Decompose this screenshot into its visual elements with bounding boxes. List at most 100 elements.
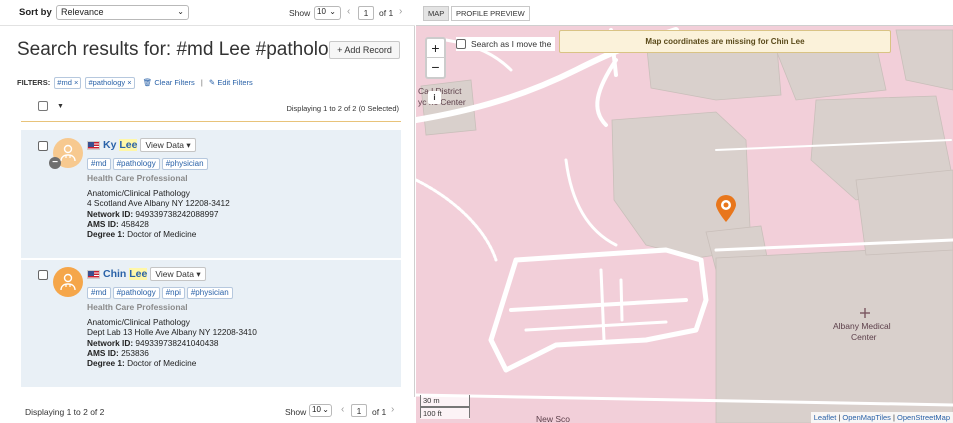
select-menu-caret-icon[interactable]: ▼	[57, 103, 64, 110]
results-panel: Sort by Relevance ⌄ Show 10 ⌄ ‹ 1 of 1 ›…	[0, 0, 415, 423]
last-name: Lee	[129, 268, 148, 280]
add-record-button[interactable]: + Add Record	[329, 41, 400, 59]
filters-separator: |	[200, 78, 203, 87]
sort-select[interactable]: Relevance ⌄	[56, 5, 189, 20]
network-id-row: Network ID: 949339738241040438	[87, 338, 257, 348]
edit-filters-label: Edit Filters	[217, 78, 253, 87]
show-label: Show	[289, 8, 311, 18]
per-page-select[interactable]: 10 ⌄	[314, 6, 341, 20]
view-data-button[interactable]: View Data ▾	[150, 267, 206, 281]
tag[interactable]: #md	[87, 158, 111, 170]
map-label-albany-2: Center	[851, 332, 877, 342]
network-id-row: Network ID: 949339738242088997	[87, 209, 230, 219]
zoom-in-button[interactable]: +	[427, 39, 444, 58]
page-input[interactable]: 1	[358, 6, 374, 20]
result-name-row: Chin Lee View Data ▾	[87, 267, 206, 281]
tag[interactable]: #physician	[161, 158, 208, 170]
degree: Doctor of Medicine	[127, 229, 197, 240]
doctor-icon	[60, 273, 76, 291]
scale-feet: 100 ft	[420, 407, 470, 418]
degree-label: Degree 1:	[87, 229, 125, 240]
view-data-label: View Data	[155, 269, 194, 279]
sort-label: Sort by	[19, 7, 52, 18]
us-flag-icon	[87, 269, 100, 279]
result-checkbox[interactable]	[38, 141, 48, 151]
network-id: 949339738241040438	[135, 337, 219, 348]
tag[interactable]: #md	[87, 287, 111, 299]
result-name-row: Ky Lee View Data ▾	[87, 138, 196, 152]
page-of: of 1	[379, 8, 394, 18]
zoom-control: + −	[425, 37, 446, 79]
page-input[interactable]: 1	[351, 404, 367, 417]
map-tabs: MAP PROFILE PREVIEW	[416, 0, 953, 26]
last-name: Lee	[119, 139, 138, 151]
map-panel[interactable]: MAP PROFILE PREVIEW Ca District yc ric C…	[416, 0, 953, 423]
role-label: Health Care Professional	[87, 302, 188, 312]
filter-chip-pathology[interactable]: #pathology ×	[85, 77, 135, 89]
prev-page-icon[interactable]: ‹	[347, 6, 350, 17]
filters-label: FILTERS:	[17, 78, 51, 87]
search-as-move-label: Search as I move the	[471, 39, 552, 49]
per-page-value: 10	[317, 7, 326, 16]
tag[interactable]: #pathology	[112, 158, 160, 170]
next-page-icon[interactable]: ›	[391, 404, 394, 415]
ams-id-label: AMS ID:	[87, 347, 119, 358]
tag[interactable]: #physician	[186, 287, 233, 299]
page-of: of 1	[372, 407, 387, 417]
search-as-move-toggle[interactable]: Search as I move the	[456, 37, 556, 51]
result-checkbox[interactable]	[38, 270, 48, 280]
result-card: − Ky Lee View Data ▾ #md #pathology #physi…	[21, 130, 401, 258]
sort-toolbar: Sort by Relevance ⌄ Show 10 ⌄ ‹ 1 of 1 ›	[0, 0, 415, 26]
first-name: Chin	[103, 268, 127, 280]
search-as-move-checkbox[interactable]	[456, 39, 466, 49]
next-page-icon[interactable]: ›	[399, 6, 402, 17]
filters-bar: FILTERS: #md × #pathology × 🗑 Clear Filt…	[17, 77, 253, 89]
per-page-select[interactable]: 10 ⌄	[309, 404, 332, 417]
map-scale: 30 m 100 ft	[420, 395, 470, 419]
openmaptiles-link[interactable]: OpenMapTiles	[842, 413, 891, 422]
tab-map[interactable]: MAP	[423, 6, 450, 21]
prev-page-icon[interactable]: ‹	[341, 404, 344, 415]
map-attribution: Leaflet | OpenMapTiles | OpenStreetMap	[810, 412, 953, 423]
address: Dept Lab 13 Holle Ave Albany NY 12208-34…	[87, 327, 257, 338]
page-title: Search results for: #md Lee #pathology	[17, 39, 349, 60]
scale-meters: 30 m	[420, 395, 470, 407]
tag-list: #md #pathology #physician	[87, 158, 210, 170]
ams-id-row: AMS ID: 253836	[87, 348, 257, 358]
openstreetmap-link[interactable]: OpenStreetMap	[897, 413, 950, 422]
remove-icon[interactable]: −	[49, 157, 61, 169]
network-id: 949339738242088997	[135, 208, 219, 219]
doctor-icon	[60, 144, 76, 162]
map-tiles	[416, 26, 953, 423]
edit-filters-link[interactable]: ✎ Edit Filters	[209, 78, 253, 87]
leaflet-link[interactable]: Leaflet	[814, 413, 837, 422]
info-icon[interactable]: i	[428, 91, 441, 104]
show-label: Show	[285, 407, 307, 417]
chevron-down-icon: ⌄	[322, 405, 329, 414]
degree: Doctor of Medicine	[127, 358, 197, 369]
first-name: Ky	[103, 139, 117, 151]
tag-list: #md #pathology #npi #physician	[87, 287, 235, 299]
result-name[interactable]: Chin Lee	[103, 268, 148, 280]
result-card: Chin Lee View Data ▾ #md #pathology #npi #p…	[21, 260, 401, 387]
network-id-label: Network ID:	[87, 208, 134, 219]
caret-down-icon: ▾	[196, 269, 201, 279]
select-all-checkbox[interactable]	[38, 101, 48, 111]
chevron-down-icon: ⌄	[177, 7, 184, 16]
tag[interactable]: #pathology	[112, 287, 160, 299]
view-data-button[interactable]: View Data ▾	[140, 138, 196, 152]
result-name[interactable]: Ky Lee	[103, 139, 138, 151]
tab-profile-preview[interactable]: PROFILE PREVIEW	[451, 6, 530, 21]
address: 4 Scotland Ave Albany NY 12208-3412	[87, 198, 230, 209]
result-details: Anatomic/Clinical Pathology 4 Scotland A…	[87, 188, 230, 239]
clear-filters-link[interactable]: 🗑 Clear Filters	[143, 78, 197, 87]
network-id-label: Network ID:	[87, 337, 134, 348]
degree-label: Degree 1:	[87, 358, 125, 369]
chevron-down-icon: ⌄	[329, 7, 336, 16]
sort-select-value: Relevance	[61, 7, 104, 17]
missing-coordinates-alert: Map coordinates are missing for Chin Lee	[559, 30, 891, 53]
displaying-count-bottom: Displaying 1 to 2 of 2	[25, 407, 105, 417]
filter-chip-md[interactable]: #md ×	[54, 77, 82, 89]
zoom-out-button[interactable]: −	[427, 58, 444, 77]
tag[interactable]: #npi	[161, 287, 185, 299]
